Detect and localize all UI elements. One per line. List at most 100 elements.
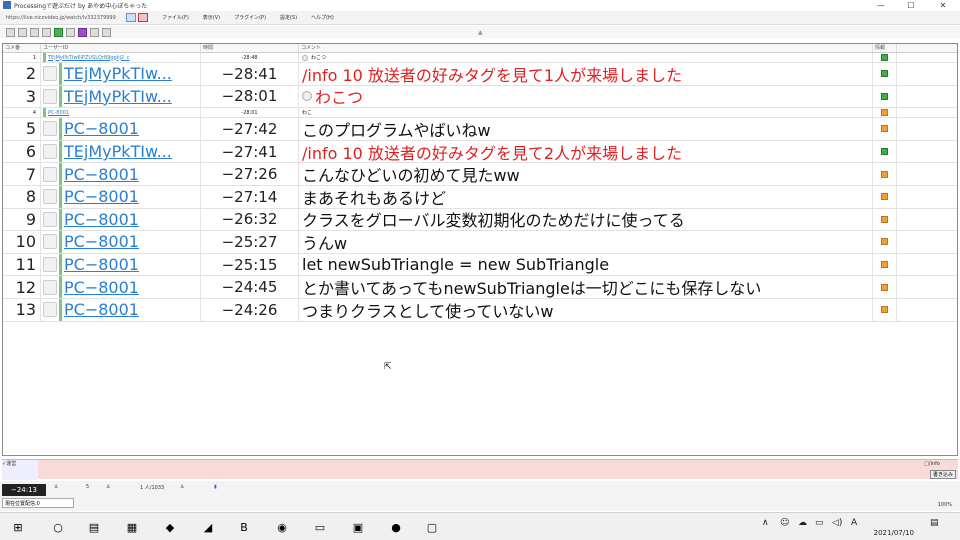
app-icon-1[interactable]: ◆ <box>162 519 178 535</box>
open-icon[interactable] <box>18 27 27 37</box>
user-link[interactable]: PC-8001 <box>48 110 69 116</box>
comment-row[interactable]: 7 PC−8001 −27:26 こんなひどいの初めて見たww <box>3 163 957 186</box>
copy-icon[interactable] <box>30 27 39 37</box>
grid-header: コメ番 ユーザーID 時間 コメント 情報 <box>3 44 957 53</box>
ime-indicator[interactable]: A <box>851 518 857 528</box>
header-user[interactable]: ユーザーID <box>41 44 201 52</box>
comment-number: 13 <box>3 298 41 321</box>
user-link[interactable]: TEjMyPkTIw... <box>64 142 172 161</box>
comment-number: 1 <box>3 53 41 62</box>
menu-plugin[interactable]: プラグイン(P) <box>234 14 266 21</box>
bz-icon[interactable]: B <box>236 519 252 535</box>
comment-row[interactable]: 12 PC−8001 −24:45 とか書いてあってもnewSubTriangleは一… <box>3 276 957 299</box>
disconnect-button[interactable] <box>138 13 148 22</box>
status-orange-icon[interactable] <box>881 109 888 117</box>
status-orange-icon[interactable] <box>881 306 888 314</box>
comment-row[interactable]: 4 PC-8001 -28:01 わこ <box>3 108 957 119</box>
comment-text-cell: /info 10 放送者の好みタグを見て1人が来場しました <box>299 63 873 85</box>
start-icon[interactable]: ⊞ <box>10 519 26 535</box>
user-link[interactable]: PC−8001 <box>64 278 139 297</box>
operator-toggle[interactable]: ✓運営 <box>2 460 38 480</box>
mode-select[interactable]: 現在位置配信:0 <box>2 498 74 508</box>
cloud-icon[interactable]: ☁ <box>798 518 807 528</box>
status-green-icon[interactable] <box>881 70 888 78</box>
comment-time: −25:15 <box>201 253 299 276</box>
user-link[interactable]: TEjMyPkTIw... <box>64 87 172 106</box>
close-button[interactable]: ✕ <box>928 0 958 10</box>
status-orange-icon[interactable] <box>881 193 888 201</box>
chrome-icon[interactable]: ◉ <box>274 519 290 535</box>
search-icon[interactable]: ○ <box>50 519 66 535</box>
folder-icon[interactable]: ▭ <box>312 519 328 535</box>
user-color-bar <box>59 118 62 140</box>
comment-text: let newSubTriangle = new SubTriangle <box>302 255 610 275</box>
status-orange-icon[interactable] <box>881 170 888 178</box>
obs-icon[interactable]: ● <box>388 519 404 535</box>
comment-row[interactable]: 5 PC−8001 −27:42 このプログラムやばいねw <box>3 118 957 141</box>
paste-icon[interactable] <box>42 27 51 37</box>
user-link[interactable]: PC−8001 <box>64 187 139 206</box>
app-icon-3[interactable]: ▣ <box>350 519 366 535</box>
status-orange-icon[interactable] <box>881 215 888 223</box>
user-link[interactable]: PC−8001 <box>64 165 139 184</box>
comment-time: −28:41 <box>201 63 299 85</box>
user-icon[interactable] <box>66 27 75 37</box>
settings-icon[interactable] <box>90 27 99 37</box>
comment-row[interactable]: 9 PC−8001 −26:32 クラスをグローバル変数初期化のためだけに使ってる <box>3 208 957 232</box>
comment-row[interactable]: 2 TEjMyPkTIw... −28:41/info 10 放送者の好みタグを見て… <box>3 63 957 86</box>
send-button[interactable]: 書き込み <box>930 470 956 479</box>
menu-settings[interactable]: 設定(S) <box>280 14 297 21</box>
calculator-icon[interactable]: ▦ <box>124 519 140 535</box>
comment-row[interactable]: 6 TEjMyPkTIw... −27:41/info 10 放送者の好みタグを見て… <box>3 140 957 164</box>
user-link[interactable]: PC−8001 <box>64 255 139 274</box>
splitter-handle-icon[interactable]: ▲ <box>478 29 483 36</box>
status-orange-icon[interactable] <box>881 238 888 246</box>
header-info[interactable]: 情報 <box>873 44 897 52</box>
info-checkbox[interactable]: □/info <box>924 461 940 467</box>
people-icon[interactable]: ☺ <box>780 518 789 528</box>
filter-icon[interactable] <box>54 27 63 37</box>
menu-help[interactable]: ヘルプ(H) <box>311 14 334 21</box>
url-field[interactable]: https://live.nicovideo.jp/watch/lv332379… <box>6 13 124 22</box>
header-comment[interactable]: コメント <box>299 44 873 52</box>
window-icon[interactable]: ▢ <box>424 519 440 535</box>
clock-date[interactable]: 2021/07/10 <box>874 529 914 537</box>
comment-row[interactable]: 3 TEjMyPkTIw... −28:01 わこつ <box>3 85 957 109</box>
status-orange-icon[interactable] <box>881 283 888 291</box>
user-link[interactable]: TEjMyPkTIw... <box>64 64 172 83</box>
user-link[interactable]: PC−8001 <box>64 210 139 229</box>
user-link[interactable]: PC−8001 <box>64 232 139 251</box>
user-link[interactable]: PC−8001 <box>64 300 139 319</box>
comment-row[interactable]: 13 PC−8001 −24:26 つまりクラスとして使っていないw <box>3 298 957 322</box>
taskview-icon[interactable]: ▤ <box>86 519 102 535</box>
minimize-button[interactable]: — <box>866 0 896 10</box>
comment-row[interactable]: 1 TEjMyPkTIw6lPZUSLQr89ggkj2_c -28:48 わこつ <box>3 53 957 63</box>
user-link[interactable]: PC−8001 <box>64 119 139 138</box>
status-green-icon[interactable] <box>881 54 888 61</box>
user-color-bar <box>59 85 62 108</box>
zoom-level: 100% <box>937 502 952 508</box>
menu-view[interactable]: 表示(V) <box>203 14 220 21</box>
app-icon-2[interactable]: ◢ <box>200 519 216 535</box>
tray-expand-icon[interactable]: ∧ <box>762 518 769 528</box>
status-green-icon[interactable] <box>881 92 888 100</box>
notification-icon[interactable]: ▤ <box>930 518 939 528</box>
speech-icon[interactable] <box>78 27 87 37</box>
comment-row[interactable]: 11 PC−8001 −25:15 let newSubTriangle = new … <box>3 253 957 277</box>
header-time[interactable]: 時間 <box>201 44 299 52</box>
header-number[interactable]: コメ番 <box>3 44 41 52</box>
save-icon[interactable] <box>6 27 15 37</box>
comment-row[interactable]: 8 PC−8001 −27:14 まあそれもあるけど <box>3 185 957 209</box>
connect-button[interactable] <box>126 13 136 22</box>
user-link[interactable]: TEjMyPkTIw6lPZUSLQr89ggkj2_c <box>48 55 129 61</box>
menu-file[interactable]: ファイル(F) <box>162 14 189 21</box>
status-green-icon[interactable] <box>881 148 888 156</box>
monitor-icon[interactable]: ▭ <box>815 518 824 528</box>
status-orange-icon[interactable] <box>881 261 888 269</box>
maximize-button[interactable]: ☐ <box>896 0 926 10</box>
status-orange-icon[interactable] <box>881 125 888 133</box>
user-cell: PC−8001 <box>41 253 201 276</box>
log-icon[interactable] <box>102 27 111 37</box>
comment-row[interactable]: 10 PC−8001 −25:27 うんw <box>3 231 957 254</box>
volume-icon[interactable]: ◁) <box>832 518 842 528</box>
